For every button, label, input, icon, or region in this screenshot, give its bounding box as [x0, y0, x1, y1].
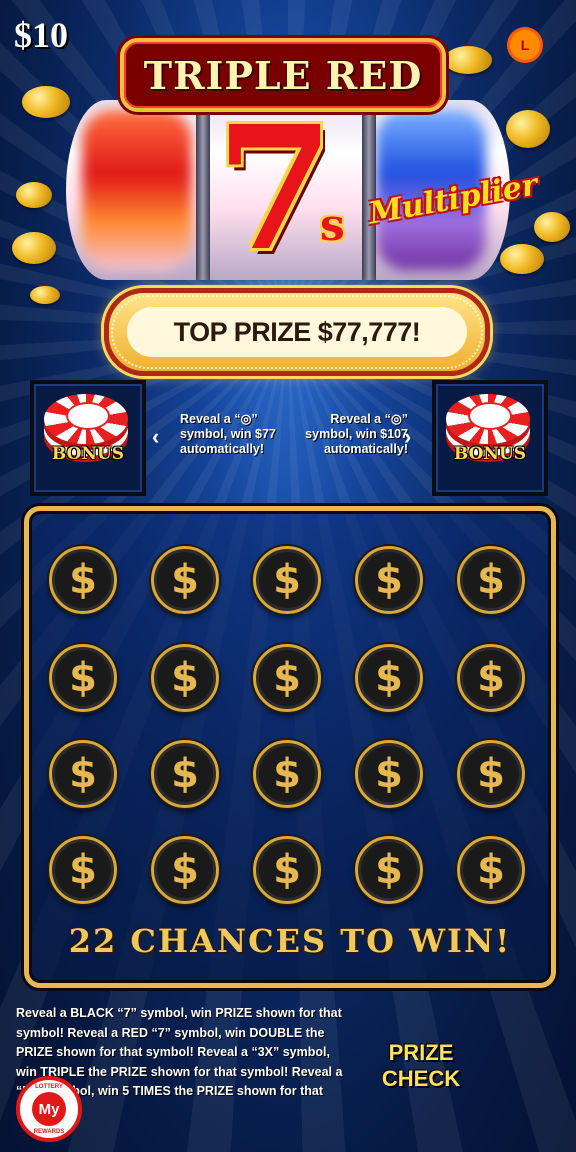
- gold-coin-icon: [30, 286, 60, 304]
- chip-center: [468, 402, 512, 430]
- lottery-logo-icon: L: [510, 30, 540, 60]
- marquee-bulbs: [111, 295, 483, 369]
- gold-coin-icon: [444, 46, 492, 74]
- gold-coin-icon: [506, 110, 550, 148]
- rewards-logo-my: My: [32, 1092, 66, 1126]
- bonus-spot-right[interactable]: BONUS: [432, 380, 548, 496]
- scratch-coin[interactable]: $: [355, 740, 423, 808]
- bonus-label-right: BONUS: [453, 444, 527, 464]
- my-lottery-rewards-logo: LOTTERY My REWARDS: [16, 1076, 82, 1142]
- scratch-coin[interactable]: $: [151, 644, 219, 712]
- chevron-right-icon: ›: [404, 424, 412, 449]
- scratch-coin[interactable]: $: [457, 836, 525, 904]
- rewards-logo-top-text: LOTTERY: [35, 1084, 63, 1090]
- scratch-coin[interactable]: $: [253, 546, 321, 614]
- prize-check-label: PRIZE CHECK: [381, 1040, 461, 1091]
- scratch-coin[interactable]: $: [49, 740, 117, 808]
- gold-coin-icon: [12, 232, 56, 264]
- gold-coin-icon: [16, 182, 52, 208]
- scratch-coin[interactable]: $: [457, 644, 525, 712]
- top-prize-marquee: TOP PRIZE $77,777!: [104, 288, 490, 376]
- rewards-logo-bottom-text: REWARDS: [33, 1129, 65, 1135]
- bonus-label-left: BONUS: [51, 444, 125, 464]
- scratch-coin[interactable]: $: [151, 740, 219, 808]
- bonus-note-right: Reveal a “◎” symbol, win $107 automatica…: [305, 412, 408, 456]
- scratch-coin[interactable]: $: [457, 546, 525, 614]
- chip-center: [66, 402, 110, 430]
- scratch-coin[interactable]: $: [355, 836, 423, 904]
- ticket-price: $10: [14, 15, 68, 55]
- scratch-coin[interactable]: $: [355, 546, 423, 614]
- chances-to-win: 22 CHANCES TO WIN!: [68, 922, 512, 960]
- scratch-coin[interactable]: $: [49, 644, 117, 712]
- scratch-coin[interactable]: $: [49, 546, 117, 614]
- scratch-coin[interactable]: $: [253, 836, 321, 904]
- scratch-coin[interactable]: $: [457, 740, 525, 808]
- reel-divider: [362, 100, 376, 280]
- bonus-note-left: Reveal a “◎” symbol, win $77 automatical…: [180, 412, 276, 456]
- scratch-coin[interactable]: $: [355, 644, 423, 712]
- sevens-s-letter: s: [320, 200, 345, 251]
- gold-coin-icon: [500, 244, 544, 274]
- bonus-spot-left[interactable]: BONUS: [30, 380, 146, 496]
- scratch-coin[interactable]: $: [151, 836, 219, 904]
- gold-coin-icon: [534, 212, 570, 242]
- scratch-coin[interactable]: $: [151, 546, 219, 614]
- scratch-coin[interactable]: $: [49, 836, 117, 904]
- chevron-left-icon: ‹: [152, 424, 160, 449]
- gold-coin-icon: [22, 86, 70, 118]
- reel-blur-left: [82, 110, 192, 270]
- scratch-coin[interactable]: $: [253, 644, 321, 712]
- scratch-coin[interactable]: $: [253, 740, 321, 808]
